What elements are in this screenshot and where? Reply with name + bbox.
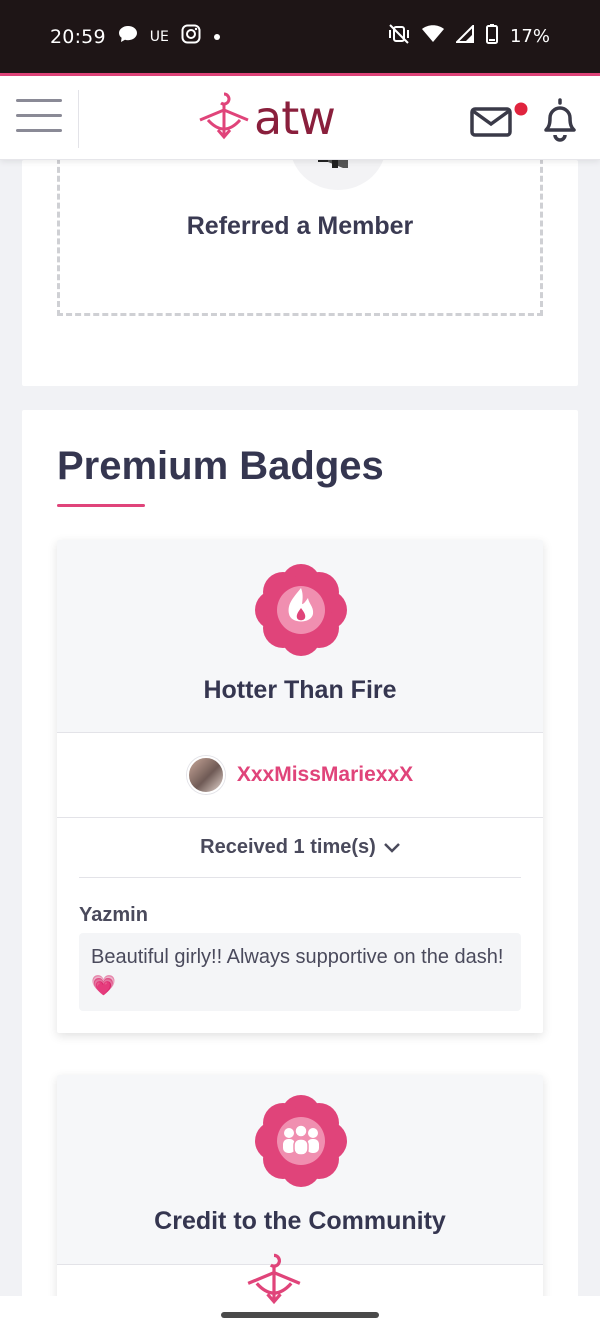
- chat-bubble-icon: [118, 25, 138, 48]
- section-title: Premium Badges: [57, 444, 384, 488]
- logo-text: atw: [254, 90, 336, 145]
- bell-icon: [538, 98, 582, 146]
- avatar[interactable]: [186, 756, 225, 794]
- instagram-icon: [181, 24, 201, 49]
- signal-icon: [454, 23, 474, 48]
- menu-line: [16, 99, 62, 102]
- atw-logo[interactable]: atw: [198, 90, 336, 145]
- referral-badge-card: Referred a Member: [22, 100, 578, 386]
- menu-line: [16, 114, 62, 117]
- received-count-label: Received 1 time(s): [200, 836, 376, 858]
- mute-vibrate-icon: [388, 24, 410, 49]
- status-time: 20:59: [50, 25, 106, 48]
- status-right: 17%: [388, 23, 550, 49]
- section-underline: [57, 504, 145, 507]
- premium-badges-section: Premium Badges Hotter Than Fire XxxMissM…: [22, 410, 578, 1315]
- wifi-icon: [421, 25, 444, 48]
- chevron-down-icon: [383, 836, 400, 859]
- badge-giver-row: XxxMissMariexxX: [57, 733, 543, 818]
- carrier-label: UE: [149, 28, 169, 45]
- floating-hanger-bow-icon[interactable]: [246, 1250, 302, 1306]
- battery-icon: [485, 24, 498, 49]
- header-divider: [78, 90, 79, 148]
- badge-name: Hotter Than Fire: [203, 676, 397, 704]
- dot-icon: [213, 28, 221, 46]
- badge-header: Hotter Than Fire: [57, 540, 543, 733]
- notifications-button[interactable]: [538, 96, 582, 142]
- home-indicator[interactable]: [221, 1312, 379, 1318]
- mail-button[interactable]: [470, 100, 530, 140]
- app-header: atw: [0, 76, 600, 160]
- mail-icon: [470, 102, 530, 144]
- menu-line: [16, 129, 62, 132]
- status-left: 20:59 UE: [50, 24, 221, 49]
- status-bar: 20:59 UE 17%: [0, 0, 600, 73]
- badge-name: Credit to the Community: [154, 1207, 446, 1235]
- received-toggle[interactable]: Received 1 time(s): [79, 818, 521, 878]
- badge-header: Credit to the Community: [57, 1075, 543, 1265]
- comment-text: Beautiful girly!! Always supportive on t…: [79, 933, 521, 1011]
- comment-author: Yazmin: [79, 904, 148, 926]
- hanger-bow-icon: [198, 90, 250, 145]
- flame-icon: [253, 562, 349, 658]
- battery-percent: 17%: [509, 26, 550, 47]
- referral-badge-title: Referred a Member: [186, 212, 414, 240]
- giver-name-link[interactable]: XxxMissMariexxX: [237, 763, 413, 787]
- hamburger-menu-button[interactable]: [16, 99, 62, 137]
- community-icon: [253, 1093, 349, 1189]
- badge-card: Hotter Than Fire XxxMissMariexxX Receive…: [57, 540, 543, 1033]
- referral-badge-box: Referred a Member: [57, 100, 543, 316]
